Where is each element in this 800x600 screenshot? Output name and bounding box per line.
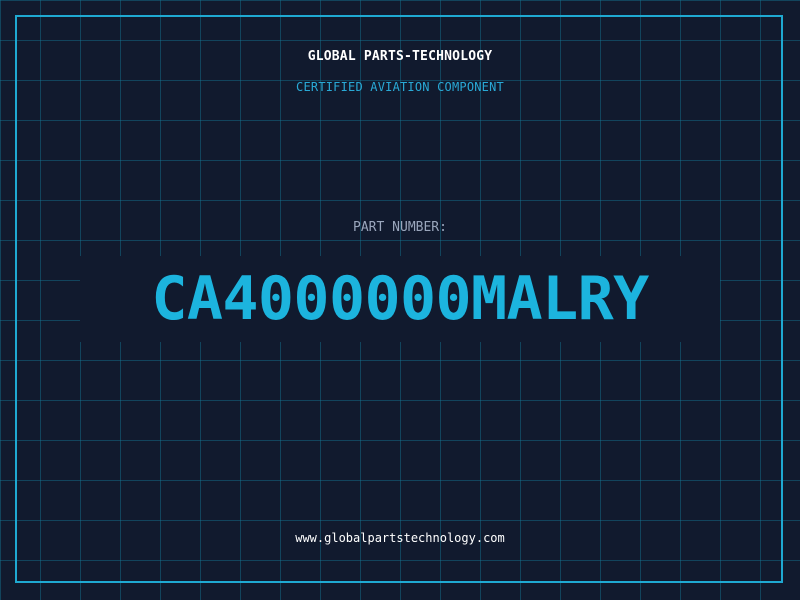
part-number-label: PART NUMBER: [353, 220, 447, 235]
part-number-value: CA4000000MALRY [151, 264, 649, 334]
website-url: www.globalpartstechnology.com [295, 531, 505, 545]
part-number-panel: CA4000000MALRY [80, 256, 720, 342]
company-name: GLOBAL PARTS-TECHNOLOGY [307, 49, 493, 64]
certification-subtitle: CERTIFIED AVIATION COMPONENT [296, 80, 504, 94]
